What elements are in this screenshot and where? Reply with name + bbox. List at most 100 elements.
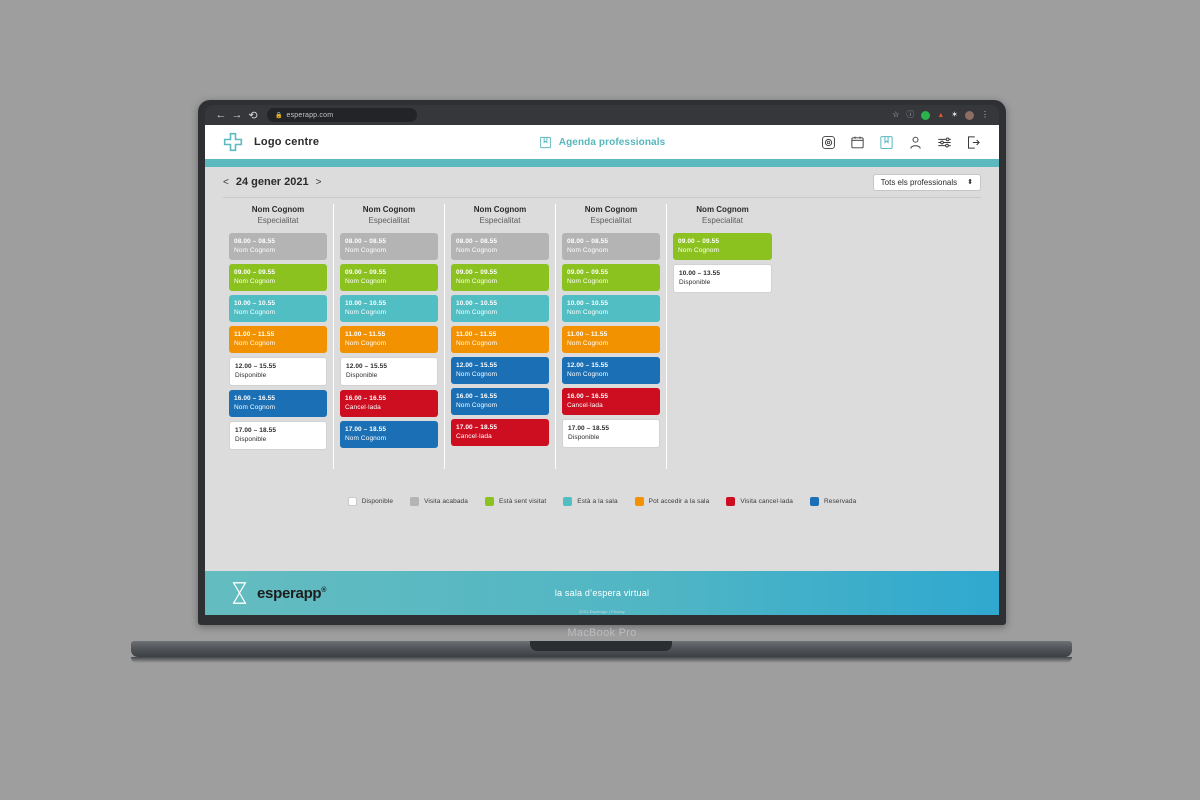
appointment-card[interactable]: 17.00 – 18.55 Disponible bbox=[562, 419, 660, 448]
appointment-card[interactable]: 11.00 – 11.55 Nom Cognom bbox=[229, 326, 327, 353]
brand-block[interactable]: Logo centre bbox=[223, 132, 319, 152]
appointment-card[interactable]: 11.00 – 11.55 Nom Cognom bbox=[451, 326, 549, 353]
lock-icon: 🔒 bbox=[275, 112, 283, 119]
appointment-label: Nom Cognom bbox=[456, 247, 498, 254]
page-title: Agenda professionals bbox=[558, 136, 666, 148]
toolbar: < 24 gener 2021 > Tots els professionals… bbox=[205, 167, 999, 197]
next-day-button[interactable]: > bbox=[316, 177, 322, 188]
appointment-card[interactable]: 08.00 – 08.55 Nom Cognom bbox=[451, 233, 549, 260]
appointment-card[interactable]: 09.00 – 09.55 Nom Cognom bbox=[340, 264, 438, 291]
extension-green-dot-icon[interactable] bbox=[921, 110, 931, 120]
appointment-time: 12.00 – 15.55 bbox=[235, 363, 277, 370]
appointment-card[interactable]: 12.00 – 15.55 Nom Cognom bbox=[451, 357, 549, 384]
legend-item: Està sent visitat bbox=[485, 497, 546, 506]
camera-icon[interactable] bbox=[821, 135, 836, 150]
legend-swatch bbox=[563, 497, 573, 506]
appointment-card[interactable]: 08.00 – 08.55 Nom Cognom bbox=[340, 233, 438, 260]
appointment-time: 08.00 – 08.55 bbox=[234, 238, 276, 245]
appointment-card[interactable]: 16.00 – 16.55 Cancel·lada bbox=[340, 390, 438, 417]
appointment-time: 09.00 – 09.55 bbox=[234, 269, 276, 276]
settings-sliders-icon[interactable] bbox=[937, 135, 952, 150]
trademark-symbol: ® bbox=[321, 586, 327, 594]
legend-swatch bbox=[726, 497, 736, 506]
appointment-label: Nom Cognom bbox=[345, 340, 387, 347]
professional-name: Nom Cognom bbox=[251, 205, 305, 214]
browser-chrome: ← → ⟲ 🔒 esperapp.com ☆ ⓘ ▲ ✶ ⋮ bbox=[205, 105, 999, 125]
app-footer: esperapp® la sala d’espera virtual 2021 … bbox=[205, 571, 999, 615]
professional-specialty: Especialitat bbox=[590, 216, 632, 225]
teal-divider bbox=[205, 159, 999, 167]
appointment-time: 17.00 – 18.55 bbox=[345, 426, 387, 433]
legend-label: Pot accedir a la sala bbox=[648, 498, 710, 505]
legend-swatch bbox=[347, 497, 357, 506]
user-icon[interactable] bbox=[908, 135, 923, 150]
agenda-grid: Nom Cognom Especialitat 08.00 – 08.55 Nom C… bbox=[223, 197, 981, 469]
appointment-card[interactable]: 17.00 – 18.55 Nom Cognom bbox=[340, 421, 438, 448]
status-legend: Disponible Visita acabada Està sent visita… bbox=[223, 497, 981, 506]
extension-red-triangle-icon[interactable]: ▲ bbox=[937, 112, 944, 119]
appointment-label: Nom Cognom bbox=[456, 371, 498, 378]
appointment-card[interactable]: 11.00 – 11.55 Nom Cognom bbox=[340, 326, 438, 353]
appointment-card[interactable]: 10.00 – 10.55 Nom Cognom bbox=[451, 295, 549, 322]
appointment-time: 11.00 – 11.55 bbox=[456, 331, 497, 338]
calendar-icon[interactable] bbox=[850, 135, 865, 150]
appointment-card[interactable]: 08.00 – 08.55 Nom Cognom bbox=[562, 233, 660, 260]
appointment-card[interactable]: 17.00 – 18.55 Cancel·lada bbox=[451, 419, 549, 446]
logout-icon[interactable] bbox=[966, 135, 981, 150]
appointment-card[interactable]: 12.00 – 15.55 Disponible bbox=[340, 357, 438, 386]
professional-column: Nom Cognom Especialitat 08.00 – 08.55 Nom C… bbox=[556, 204, 667, 469]
appointment-card[interactable]: 09.00 – 09.55 Nom Cognom bbox=[229, 264, 327, 291]
appointment-card[interactable]: 09.00 – 09.55 Nom Cognom bbox=[673, 233, 772, 260]
appointment-time: 11.00 – 11.55 bbox=[345, 331, 386, 338]
appointment-card[interactable]: 16.00 – 16.55 Cancel·lada bbox=[562, 388, 660, 415]
appointment-card[interactable]: 10.00 – 13.55 Disponible bbox=[673, 264, 772, 293]
appointment-card[interactable]: 11.00 – 11.55 Nom Cognom bbox=[562, 326, 660, 353]
appointment-card[interactable]: 08.00 – 08.55 Nom Cognom bbox=[229, 233, 327, 260]
url-bar[interactable]: 🔒 esperapp.com bbox=[267, 108, 417, 122]
appointment-label: Nom Cognom bbox=[567, 278, 609, 285]
appointment-card[interactable]: 10.00 – 10.55 Nom Cognom bbox=[340, 295, 438, 322]
reload-icon[interactable]: ⟲ bbox=[245, 107, 261, 123]
appointment-time: 08.00 – 08.55 bbox=[345, 238, 387, 245]
professional-specialty: Especialitat bbox=[702, 216, 743, 225]
appointment-card[interactable]: 16.00 – 16.55 Nom Cognom bbox=[451, 388, 549, 415]
appointment-time: 12.00 – 15.55 bbox=[456, 362, 498, 369]
bookmark-star-icon[interactable]: ☆ bbox=[892, 111, 899, 119]
appointment-card[interactable]: 12.00 – 15.55 Disponible bbox=[229, 357, 327, 386]
appointment-label: Nom Cognom bbox=[567, 247, 609, 254]
appointment-time: 09.00 – 09.55 bbox=[567, 269, 609, 276]
appointment-label: Cancel·lada bbox=[567, 402, 603, 409]
appointment-time: 17.00 – 18.55 bbox=[568, 425, 610, 432]
profile-avatar-icon[interactable] bbox=[965, 110, 974, 120]
professional-name: Nom Cognom bbox=[362, 205, 416, 214]
professional-filter-select[interactable]: Tots els professionals ⬍ bbox=[872, 173, 981, 191]
extension-puzzle-icon[interactable]: ✶ bbox=[951, 111, 958, 119]
legend-item: Pot accedir a la sala bbox=[634, 497, 710, 506]
appointment-card[interactable]: 09.00 – 09.55 Nom Cognom bbox=[451, 264, 549, 291]
appointment-time: 09.00 – 09.55 bbox=[678, 238, 720, 245]
appointment-label: Nom Cognom bbox=[456, 402, 498, 409]
appointment-card[interactable]: 12.00 – 15.55 Nom Cognom bbox=[562, 357, 660, 384]
appointment-time: 11.00 – 11.55 bbox=[234, 331, 275, 338]
appointment-card[interactable]: 16.00 – 16.55 Nom Cognom bbox=[229, 390, 327, 417]
info-circle-icon[interactable]: ⓘ bbox=[906, 111, 914, 119]
laptop-model-label: MacBook Pro bbox=[567, 627, 637, 639]
forward-arrow-icon[interactable]: → bbox=[229, 107, 245, 123]
appointment-card[interactable]: 10.00 – 10.55 Nom Cognom bbox=[562, 295, 660, 322]
app-header: Logo centre Agenda professionals bbox=[205, 125, 999, 159]
prev-day-button[interactable]: < bbox=[223, 177, 229, 188]
professional-header: Nom Cognom Especialitat bbox=[451, 204, 549, 226]
footer-brand: esperapp® bbox=[231, 582, 326, 604]
agenda-book-icon[interactable] bbox=[879, 135, 894, 150]
appointment-card[interactable]: 10.00 – 10.55 Nom Cognom bbox=[229, 295, 327, 322]
appointment-label: Nom Cognom bbox=[567, 309, 609, 316]
appointment-card[interactable]: 17.00 – 18.55 Disponible bbox=[229, 421, 327, 450]
appointment-time: 16.00 – 16.55 bbox=[456, 393, 498, 400]
url-text: esperapp.com bbox=[286, 111, 334, 119]
hourglass-icon bbox=[232, 582, 247, 604]
back-arrow-icon[interactable]: ← bbox=[213, 107, 229, 123]
chrome-menu-icon[interactable]: ⋮ bbox=[981, 111, 989, 119]
appointment-card[interactable]: 09.00 – 09.55 Nom Cognom bbox=[562, 264, 660, 291]
appointment-label: Nom Cognom bbox=[456, 278, 498, 285]
appointment-time: 17.00 – 18.55 bbox=[456, 424, 498, 431]
